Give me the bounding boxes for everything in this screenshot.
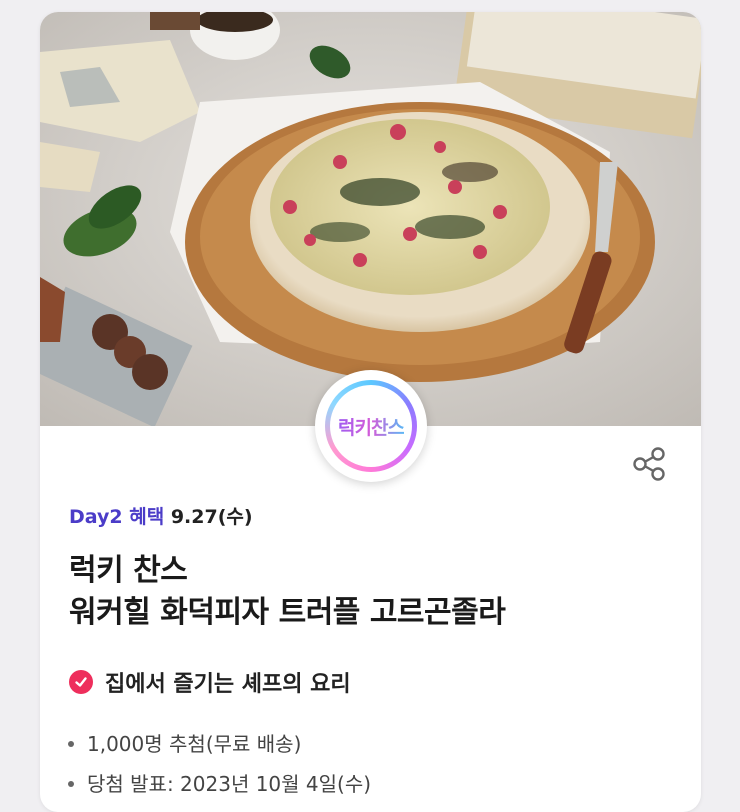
bullet-dot — [68, 781, 74, 787]
event-title: 럭키 찬스 워커힐 화덕피자 트러플 고르곤졸라 — [69, 550, 506, 634]
share-button[interactable] — [630, 444, 670, 484]
pizza-photo — [40, 12, 701, 426]
lucky-chance-badge: 럭키찬스 — [315, 370, 427, 482]
list-item: 1,000명 추첨(무료 배송) — [68, 724, 371, 764]
benefit-date: 9.27(수) — [170, 506, 253, 528]
event-title-line2: 워커힐 화덕피자 트러플 고르곤졸라 — [69, 595, 506, 630]
bullet-dot — [68, 741, 74, 747]
event-details-list: 1,000명 추첨(무료 배송) 당첨 발표: 2023년 10월 4일(수) — [68, 724, 371, 804]
benefit-day-label: Day2 혜택 — [69, 506, 165, 528]
check-circle-icon — [69, 670, 93, 694]
badge-label: 럭키찬스 — [338, 413, 405, 440]
detail-announcement: 당첨 발표: 2023년 10월 4일(수) — [87, 772, 372, 796]
event-title-line1: 럭키 찬스 — [69, 553, 188, 588]
detail-winners: 1,000명 추첨(무료 배송) — [87, 732, 302, 756]
benefit-day-line: Day2 혜택 9.27(수) — [69, 502, 253, 529]
feature-text: 집에서 즐기는 셰프의 요리 — [105, 672, 351, 697]
event-card: 럭키찬스 Day2 혜택 9.27(수) 럭키 찬스 워커힐 화덕피자 트러플 … — [40, 12, 701, 812]
list-item: 당첨 발표: 2023년 10월 4일(수) — [68, 764, 371, 804]
share-icon — [633, 447, 665, 481]
badge-ring: 럭키찬스 — [325, 380, 417, 472]
badge-inner: 럭키찬스 — [330, 385, 412, 467]
feature-row: 집에서 즐기는 셰프의 요리 — [69, 666, 351, 698]
